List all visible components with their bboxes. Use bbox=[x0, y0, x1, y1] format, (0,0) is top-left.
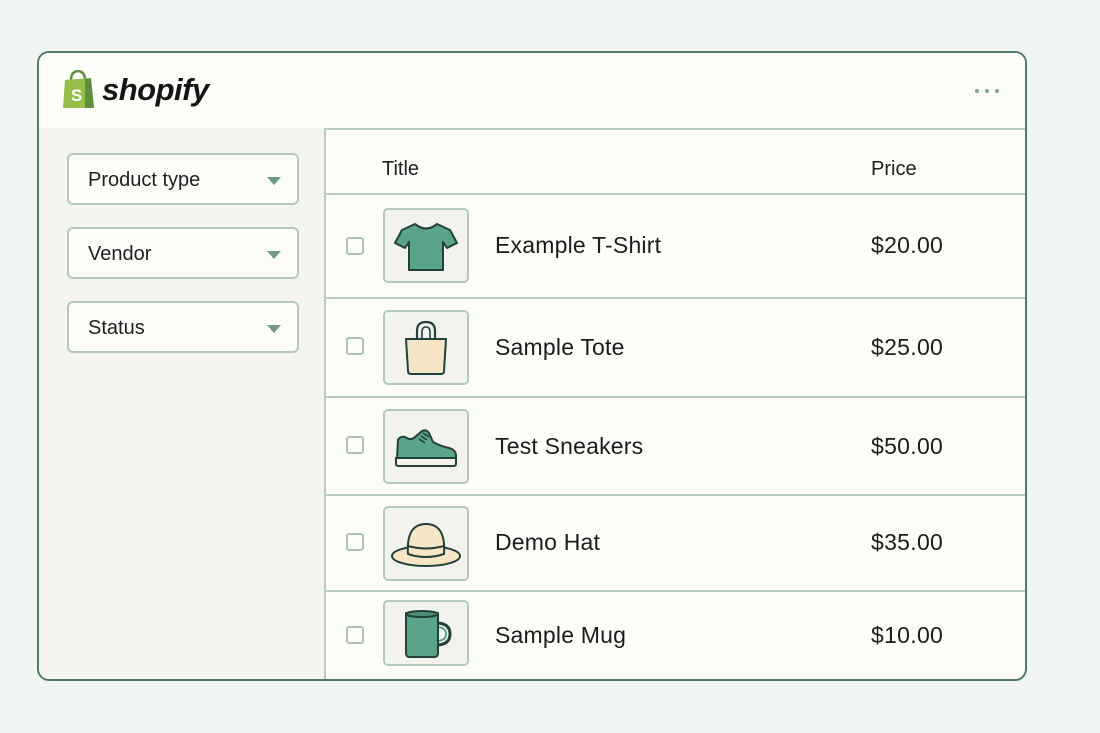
tote-bag-icon bbox=[405, 320, 447, 375]
product-title[interactable]: Sample Mug bbox=[495, 622, 626, 649]
product-title[interactable]: Example T-Shirt bbox=[495, 232, 661, 259]
product-type-filter[interactable]: Product type bbox=[67, 153, 299, 205]
hat-icon bbox=[391, 522, 461, 567]
product-title[interactable]: Sample Tote bbox=[495, 334, 625, 361]
product-thumbnail bbox=[383, 310, 469, 385]
product-price: $25.00 bbox=[871, 334, 944, 360]
tshirt-icon bbox=[394, 222, 458, 271]
row-checkbox[interactable] bbox=[346, 626, 364, 644]
row-checkbox[interactable] bbox=[346, 533, 364, 551]
filter-label: Status bbox=[88, 317, 145, 339]
table-row[interactable]: Test Sneakers $50.00 bbox=[326, 398, 1025, 496]
products-table: Title Price Example T-Shirt $20.00 Sampl… bbox=[326, 128, 1025, 679]
more-options-icon[interactable] bbox=[975, 89, 999, 93]
shopify-bag-icon: S bbox=[63, 70, 94, 108]
row-checkbox[interactable] bbox=[346, 337, 364, 355]
chevron-down-icon bbox=[267, 325, 281, 333]
table-row[interactable]: Demo Hat $35.00 bbox=[326, 496, 1025, 592]
title-column-header[interactable]: Title bbox=[382, 158, 419, 181]
product-price: $50.00 bbox=[871, 433, 944, 459]
row-checkbox[interactable] bbox=[346, 237, 364, 255]
sneaker-icon bbox=[395, 428, 457, 467]
shopify-logo[interactable]: S shopify bbox=[61, 70, 209, 110]
filter-label: Product type bbox=[88, 169, 201, 191]
table-row[interactable]: Sample Tote $25.00 bbox=[326, 299, 1025, 398]
product-price: $20.00 bbox=[871, 232, 944, 258]
product-title[interactable]: Demo Hat bbox=[495, 529, 600, 556]
filter-label: Vendor bbox=[88, 243, 152, 265]
products-window: S shopify Product type Vendor Status Tit… bbox=[37, 51, 1027, 681]
product-thumbnail bbox=[383, 600, 469, 666]
chevron-down-icon bbox=[267, 251, 281, 259]
chevron-down-icon bbox=[267, 177, 281, 185]
table-row[interactable]: Example T-Shirt $20.00 bbox=[326, 195, 1025, 299]
status-filter[interactable]: Status bbox=[67, 301, 299, 353]
svg-text:S: S bbox=[71, 86, 82, 105]
product-price: $35.00 bbox=[871, 529, 944, 555]
filters-sidebar: Product type Vendor Status bbox=[39, 128, 326, 679]
price-column-header[interactable]: Price bbox=[871, 158, 917, 181]
table-header: Title Price bbox=[326, 128, 1025, 195]
product-thumbnail bbox=[383, 409, 469, 484]
product-thumbnail bbox=[383, 506, 469, 581]
vendor-filter[interactable]: Vendor bbox=[67, 227, 299, 279]
row-checkbox[interactable] bbox=[346, 436, 364, 454]
mug-icon bbox=[405, 610, 452, 658]
logo-wordmark: shopify bbox=[102, 72, 209, 107]
product-price: $10.00 bbox=[871, 622, 944, 648]
top-bar: S shopify bbox=[39, 53, 1025, 130]
product-title[interactable]: Test Sneakers bbox=[495, 433, 643, 460]
table-row[interactable]: Sample Mug $10.00 bbox=[326, 592, 1025, 679]
product-thumbnail bbox=[383, 208, 469, 283]
